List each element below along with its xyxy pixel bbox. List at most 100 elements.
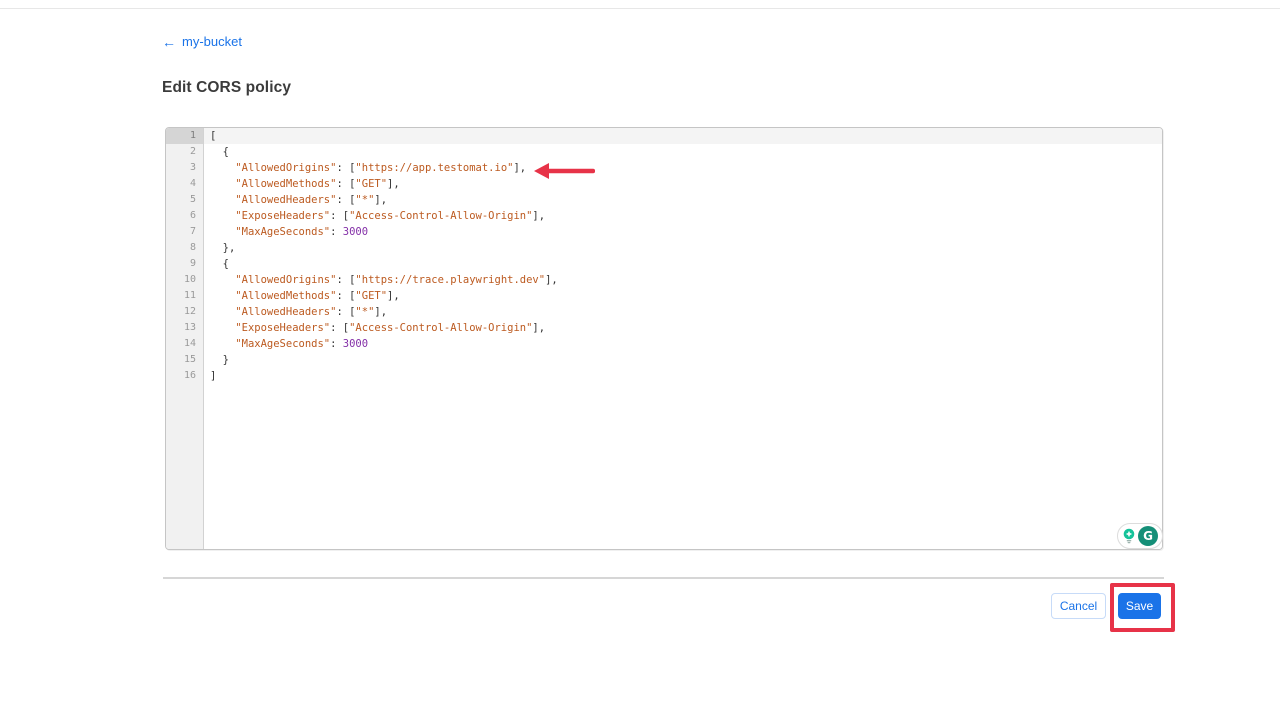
code-line-1[interactable]: [ <box>204 128 1162 144</box>
page-title: Edit CORS policy <box>162 79 291 97</box>
code-token <box>210 210 235 222</box>
code-token: ], <box>374 194 387 206</box>
code-token: { <box>210 146 229 158</box>
code-line-5[interactable]: "AllowedHeaders": ["*"], <box>204 192 1162 208</box>
code-token: } <box>210 354 229 366</box>
code-line-8[interactable]: }, <box>204 240 1162 256</box>
code-token <box>210 290 235 302</box>
code-token: "Access-Control-Allow-Origin" <box>349 322 532 334</box>
save-button[interactable]: Save <box>1118 593 1161 619</box>
line-number: 4 <box>166 176 203 192</box>
line-number: 11 <box>166 288 203 304</box>
code-line-7[interactable]: "MaxAgeSeconds": 3000 <box>204 224 1162 240</box>
code-token: "MaxAgeSeconds" <box>235 338 330 350</box>
code-token: "ExposeHeaders" <box>235 322 330 334</box>
code-token: ], <box>532 322 545 334</box>
back-link-label: my-bucket <box>182 34 242 49</box>
line-number: 1 <box>166 128 203 144</box>
code-line-6[interactable]: "ExposeHeaders": ["Access-Control-Allow-… <box>204 208 1162 224</box>
code-token: [ <box>210 130 216 142</box>
code-token: }, <box>210 242 235 254</box>
line-number: 5 <box>166 192 203 208</box>
code-line-2[interactable]: { <box>204 144 1162 160</box>
code-token: 3000 <box>343 338 368 350</box>
line-number: 14 <box>166 336 203 352</box>
code-token <box>210 274 235 286</box>
code-token: "*" <box>355 306 374 318</box>
code-token: : <box>330 226 343 238</box>
cors-policy-editor[interactable]: 12345678910111213141516 [ { "AllowedOrig… <box>165 127 1163 550</box>
code-token: : [ <box>336 306 355 318</box>
code-token: "GET" <box>355 290 387 302</box>
code-token <box>210 194 235 206</box>
code-line-3[interactable]: "AllowedOrigins": ["https://app.testomat… <box>204 160 1162 176</box>
editor-inner: 12345678910111213141516 [ { "AllowedOrig… <box>166 128 1162 549</box>
line-number: 13 <box>166 320 203 336</box>
code-token <box>210 322 235 334</box>
code-token: : [ <box>336 274 355 286</box>
code-token: "AllowedMethods" <box>235 178 336 190</box>
line-number: 3 <box>166 160 203 176</box>
code-token: : [ <box>330 322 349 334</box>
code-token: "https://app.testomat.io" <box>355 162 513 174</box>
editor-code[interactable]: [ { "AllowedOrigins": ["https://app.test… <box>204 128 1162 549</box>
line-number: 2 <box>166 144 203 160</box>
code-token <box>210 226 235 238</box>
code-line-15[interactable]: } <box>204 352 1162 368</box>
code-line-11[interactable]: "AllowedMethods": ["GET"], <box>204 288 1162 304</box>
line-number: 10 <box>166 272 203 288</box>
code-token <box>210 338 235 350</box>
code-token: ] <box>210 370 216 382</box>
code-token: : <box>330 338 343 350</box>
code-token: 3000 <box>343 226 368 238</box>
code-token: ], <box>374 306 387 318</box>
grammarly-g-icon[interactable]: G <box>1138 526 1158 546</box>
code-token: "AllowedMethods" <box>235 290 336 302</box>
code-line-10[interactable]: "AllowedOrigins": ["https://trace.playwr… <box>204 272 1162 288</box>
code-token: "AllowedHeaders" <box>235 306 336 318</box>
line-number: 6 <box>166 208 203 224</box>
line-number: 9 <box>166 256 203 272</box>
code-token <box>210 178 235 190</box>
code-line-12[interactable]: "AllowedHeaders": ["*"], <box>204 304 1162 320</box>
code-token: "AllowedOrigins" <box>235 162 336 174</box>
line-number: 15 <box>166 352 203 368</box>
back-link-my-bucket[interactable]: ← my-bucket <box>162 34 242 49</box>
back-arrow-icon: ← <box>162 35 176 49</box>
code-line-14[interactable]: "MaxAgeSeconds": 3000 <box>204 336 1162 352</box>
lightbulb-icon[interactable] <box>1122 528 1136 544</box>
code-token: ], <box>532 210 545 222</box>
code-token: : [ <box>336 178 355 190</box>
code-line-16[interactable]: ] <box>204 368 1162 384</box>
line-number: 16 <box>166 368 203 384</box>
line-number: 12 <box>166 304 203 320</box>
code-token: "AllowedHeaders" <box>235 194 336 206</box>
grammarly-widget[interactable]: G <box>1117 523 1163 549</box>
line-number: 7 <box>166 224 203 240</box>
code-token: "https://trace.playwright.dev" <box>355 274 545 286</box>
cancel-button[interactable]: Cancel <box>1051 593 1106 619</box>
code-token: "GET" <box>355 178 387 190</box>
code-token: ], <box>387 290 400 302</box>
code-token: : [ <box>336 290 355 302</box>
code-token: : [ <box>330 210 349 222</box>
code-token: : [ <box>336 194 355 206</box>
code-line-13[interactable]: "ExposeHeaders": ["Access-Control-Allow-… <box>204 320 1162 336</box>
code-token <box>210 162 235 174</box>
code-token: ], <box>387 178 400 190</box>
code-line-4[interactable]: "AllowedMethods": ["GET"], <box>204 176 1162 192</box>
code-token: "*" <box>355 194 374 206</box>
code-token: ], <box>513 162 526 174</box>
code-token: : [ <box>336 162 355 174</box>
code-token: ], <box>545 274 558 286</box>
code-token: "AllowedOrigins" <box>235 274 336 286</box>
footer-divider <box>163 577 1164 579</box>
code-token: "Access-Control-Allow-Origin" <box>349 210 532 222</box>
code-token: { <box>210 258 229 270</box>
code-token: "ExposeHeaders" <box>235 210 330 222</box>
line-number: 8 <box>166 240 203 256</box>
code-token: "MaxAgeSeconds" <box>235 226 330 238</box>
code-line-9[interactable]: { <box>204 256 1162 272</box>
editor-gutter: 12345678910111213141516 <box>166 128 204 549</box>
top-bar <box>0 0 1280 9</box>
